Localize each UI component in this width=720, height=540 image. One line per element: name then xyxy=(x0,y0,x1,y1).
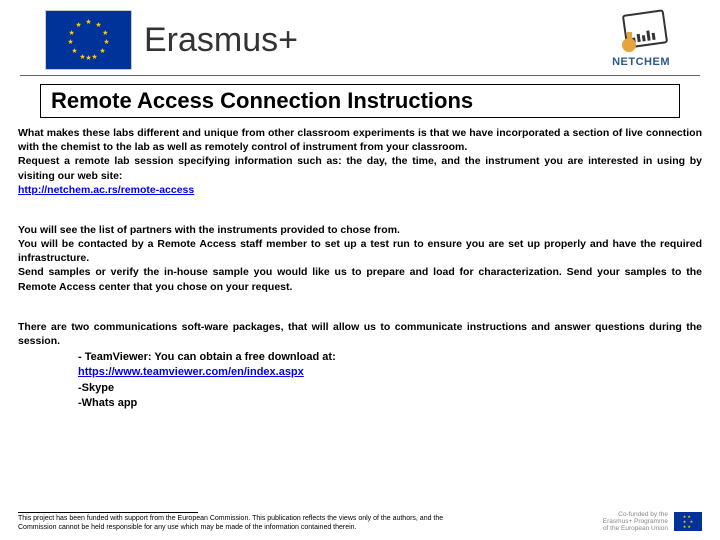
netchem-logo: NETCHEM xyxy=(612,12,670,68)
footer-left: This project has been funded with suppor… xyxy=(18,506,448,532)
footer-right: Co-funded by the Erasmus+ Programme of t… xyxy=(603,511,702,532)
netchem-icon xyxy=(616,12,666,54)
contact-text: You will be contacted by a Remote Access… xyxy=(18,238,702,264)
disclaimer-text: This project has been funded with suppor… xyxy=(18,515,448,532)
cofund-text: Co-funded by the Erasmus+ Programme of t… xyxy=(603,511,668,532)
partners-text: You will see the list of partners with t… xyxy=(18,224,400,236)
netchem-label: NETCHEM xyxy=(612,56,670,68)
skype-item: -Skype xyxy=(78,381,702,396)
software-list: - TeamViewer: You can obtain a free down… xyxy=(78,350,702,412)
title-bar: Remote Access Connection Instructions xyxy=(40,84,680,118)
header-left: ★ ★ ★ ★ ★ ★ ★ ★ ★ ★ ★ ★ Erasmus+ xyxy=(45,10,298,70)
samples-text: Send samples or verify the in-house samp… xyxy=(18,266,702,292)
intro-paragraph: What makes these labs different and uniq… xyxy=(18,126,702,197)
mini-eu-flag-icon: ★ ★★ ★★ ★ xyxy=(674,512,702,531)
eu-flag-icon: ★ ★ ★ ★ ★ ★ ★ ★ ★ ★ ★ ★ xyxy=(45,10,132,70)
intro-text: What makes these labs different and uniq… xyxy=(18,127,702,153)
steps-paragraph: You will see the list of partners with t… xyxy=(18,223,702,294)
request-text: Request a remote lab session specifying … xyxy=(18,155,702,181)
whatsapp-item: -Whats app xyxy=(78,396,702,411)
footer-divider xyxy=(18,512,198,513)
erasmus-logo-text: Erasmus+ xyxy=(144,21,298,60)
teamviewer-label: - TeamViewer: You can obtain a free down… xyxy=(78,350,702,365)
software-intro: There are two communications soft-ware p… xyxy=(18,320,702,348)
page-title: Remote Access Connection Instructions xyxy=(51,88,473,113)
content: What makes these labs different and uniq… xyxy=(0,126,720,412)
header: ★ ★ ★ ★ ★ ★ ★ ★ ★ ★ ★ ★ Erasmus+ xyxy=(20,0,700,76)
site-link[interactable]: http://netchem.ac.rs/remote-access xyxy=(18,184,194,196)
teamviewer-link[interactable]: https://www.teamviewer.com/en/index.aspx xyxy=(78,366,304,378)
footer: This project has been funded with suppor… xyxy=(18,506,702,532)
